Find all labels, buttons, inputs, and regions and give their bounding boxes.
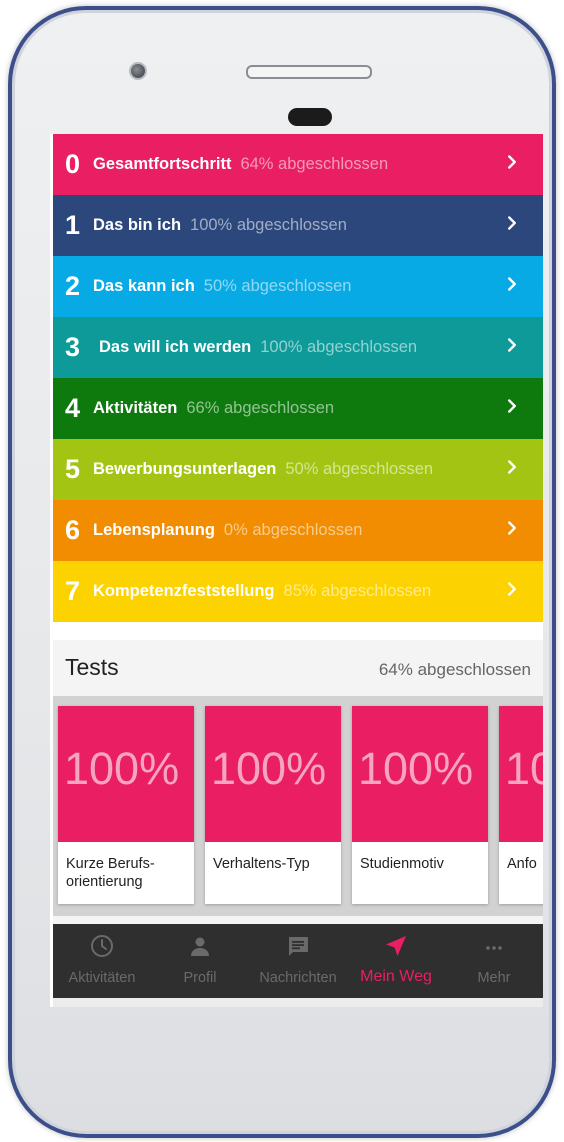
test-card-verhaltens-typ[interactable]: 100% Verhaltens-Typ	[205, 706, 341, 904]
bottom-navigation: Aktivitäten Profil Nachrichten Mein Weg	[53, 924, 543, 998]
row-title: Lebensplanung	[93, 521, 215, 539]
test-card-percent: 100%	[505, 743, 543, 794]
nav-item-aktivitaeten[interactable]: Aktivitäten	[53, 924, 151, 998]
test-cards-carousel[interactable]: 100% Kurze Berufs-orientierung 100% Verh…	[53, 696, 543, 916]
message-icon	[289, 937, 308, 956]
row-number: 7	[65, 576, 81, 606]
row-title: Kompetenzfeststellung	[93, 582, 275, 600]
earpiece-speaker	[246, 65, 372, 79]
test-card-label: Kurze Berufs-orientierung	[66, 856, 155, 890]
test-card-percent: 100%	[64, 743, 180, 794]
nav-label: Aktivitäten	[68, 970, 136, 986]
row-title: Gesamtfortschritt	[93, 155, 232, 173]
test-card-score-area: 100%	[499, 706, 543, 842]
row-status: 0% abgeschlossen	[223, 521, 363, 539]
row-title: Das kann ich	[93, 277, 195, 295]
person-icon	[191, 937, 209, 956]
chevron-right-icon	[508, 521, 516, 535]
tests-section-header: Tests 64% abgeschlossen	[53, 640, 543, 696]
tests-status: 64% abgeschlossen	[378, 660, 531, 679]
test-card-label: Anfo	[507, 856, 537, 872]
test-card-studienmotiv[interactable]: 100% Studienmotiv	[352, 706, 488, 904]
progress-row-lebensplanung[interactable]: 6 Lebensplanung 0% abgeschlossen	[53, 500, 543, 561]
test-card-score-area: 100%	[58, 706, 194, 842]
nav-item-mein-weg[interactable]: Mein Weg	[347, 924, 445, 998]
row-status: 50% abgeschlossen	[203, 277, 352, 295]
row-number: 0	[65, 149, 81, 179]
progress-row-das-bin-ich[interactable]: 1 Das bin ich 100% abgeschlossen	[53, 195, 543, 256]
row-status: 100% abgeschlossen	[260, 338, 418, 356]
test-card-kurze-berufsorientierung[interactable]: 100% Kurze Berufs-orientierung	[58, 706, 194, 904]
front-camera	[129, 62, 147, 80]
row-number: 1	[65, 210, 81, 240]
chevron-right-icon	[508, 460, 516, 474]
row-status: 66% abgeschlossen	[186, 399, 335, 417]
nav-label: Mehr	[477, 970, 511, 986]
row-status: 100% abgeschlossen	[190, 216, 347, 234]
row-number: 3	[65, 332, 81, 362]
nav-item-nachrichten[interactable]: Nachrichten	[249, 924, 347, 998]
more-dots-icon	[486, 946, 502, 950]
progress-row-das-will-ich-werden[interactable]: 3 Das will ich werden 100% abgeschlossen	[53, 317, 543, 378]
test-card-score-area: 100%	[352, 706, 488, 842]
tests-title: Tests	[65, 654, 119, 680]
chevron-right-icon	[508, 155, 516, 169]
nav-label: Nachrichten	[259, 970, 337, 986]
row-status: 64% abgeschlossen	[240, 155, 389, 173]
chevron-right-icon	[508, 582, 516, 596]
test-card-anfo[interactable]: 100% Anfo	[499, 706, 543, 904]
nav-item-profil[interactable]: Profil	[151, 924, 249, 998]
nav-label: Profil	[183, 970, 217, 986]
progress-row-kompetenzfeststellung[interactable]: 7 Kompetenzfeststellung 85% abgeschlosse…	[53, 561, 543, 622]
progress-row-aktivitaeten[interactable]: 4 Aktivitäten 66% abgeschlossen	[53, 378, 543, 439]
test-card-percent: 100%	[211, 743, 327, 794]
nav-item-mehr[interactable]: Mehr	[445, 924, 543, 998]
row-title: Bewerbungsunterlagen	[93, 460, 277, 478]
row-number: 6	[65, 515, 81, 545]
content-bottom-spacer	[53, 916, 543, 924]
test-card-label: Studienmotiv	[360, 856, 444, 872]
row-title: Aktivitäten	[93, 399, 178, 417]
test-card-percent: 100%	[358, 743, 474, 794]
test-card-score-area: 100%	[205, 706, 341, 842]
row-status: 50% abgeschlossen	[285, 460, 434, 478]
clock-icon	[91, 935, 113, 957]
chevron-right-icon	[508, 277, 516, 291]
proximity-sensor	[288, 108, 332, 126]
chevron-right-icon	[508, 399, 516, 413]
test-card-label: Verhaltens-Typ	[213, 856, 310, 872]
chevron-right-icon	[508, 338, 516, 352]
row-number: 5	[65, 454, 81, 484]
progress-row-bewerbungsunterlagen[interactable]: 5 Bewerbungsunterlagen 50% abgeschlossen	[53, 439, 543, 500]
progress-row-gesamtfortschritt[interactable]: 0 Gesamtfortschritt 64% abgeschlossen	[53, 134, 543, 195]
row-title: Das will ich werden	[99, 338, 252, 356]
row-status: 85% abgeschlossen	[283, 582, 432, 600]
row-title: Das bin ich	[93, 216, 182, 234]
progress-row-das-kann-ich[interactable]: 2 Das kann ich 50% abgeschlossen	[53, 256, 543, 317]
row-number: 2	[65, 271, 81, 301]
chevron-right-icon	[508, 216, 516, 230]
nav-bottom-edge	[53, 998, 543, 1007]
app-screen: 0 Gesamtfortschritt 64% abgeschlossen 1 …	[50, 134, 543, 1007]
nav-label: Mein Weg	[360, 968, 432, 985]
row-number: 4	[65, 393, 81, 423]
navigation-arrow-icon	[386, 936, 406, 956]
